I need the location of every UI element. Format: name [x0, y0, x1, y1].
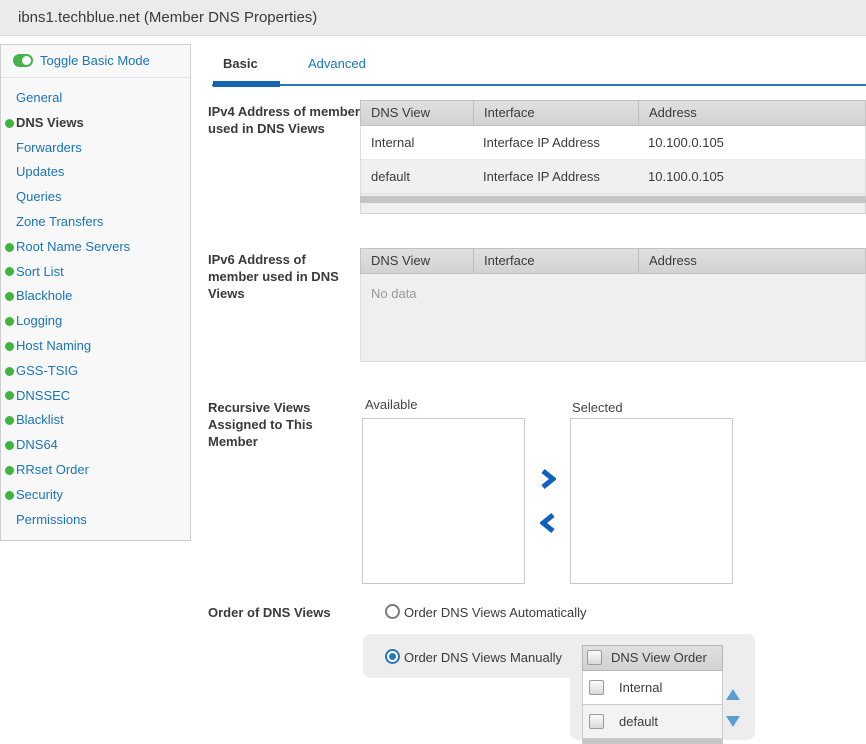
move-down-icon[interactable] — [726, 716, 740, 727]
chevron-left-icon — [540, 513, 556, 533]
order-row-label: Internal — [619, 671, 662, 704]
sidebar-item-dnssec[interactable]: DNSSEC — [1, 384, 190, 409]
title-bar: ibns1.techblue.net (Member DNS Propertie… — [0, 0, 866, 36]
ipv4-table: DNS View Interface Address Internal Inte… — [360, 100, 866, 214]
radio-order-manually[interactable] — [385, 649, 400, 664]
tab-underline — [212, 84, 866, 86]
sidebar-item-host-naming[interactable]: Host Naming — [1, 334, 190, 359]
table-row[interactable]: Internal — [582, 671, 723, 705]
selected-listbox[interactable] — [570, 418, 733, 584]
table-row[interactable]: Internal Interface IP Address 10.100.0.1… — [361, 126, 865, 160]
recursive-views-label: Recursive Views Assigned to This Member — [208, 399, 330, 450]
sidebar-item-dns-views[interactable]: DNS Views — [1, 111, 190, 136]
sidebar-item-root-name-servers[interactable]: Root Name Servers — [1, 235, 190, 260]
sidebar-item-dns64[interactable]: DNS64 — [1, 433, 190, 458]
tab-basic[interactable]: Basic — [223, 56, 258, 71]
select-all-checkbox[interactable] — [587, 650, 602, 665]
move-right-button[interactable] — [540, 469, 558, 489]
status-dot-icon — [5, 292, 14, 301]
status-dot-icon — [5, 267, 14, 276]
table-row[interactable]: default Interface IP Address 10.100.0.10… — [361, 160, 865, 194]
available-label: Available — [365, 397, 418, 412]
dns-view-order-header-label: DNS View Order — [611, 646, 707, 670]
sidebar-item-sort-list[interactable]: Sort List — [1, 260, 190, 285]
sidebar-item-rrset-order[interactable]: RRset Order — [1, 458, 190, 483]
toggle-icon[interactable] — [13, 54, 33, 67]
sidebar-item-logging[interactable]: Logging — [1, 309, 190, 334]
horizontal-scrollbar[interactable] — [582, 739, 723, 744]
row-checkbox[interactable] — [589, 680, 604, 695]
cell-interface: Interface IP Address — [473, 126, 638, 159]
page-title: ibns1.techblue.net (Member DNS Propertie… — [18, 0, 317, 36]
sidebar-item-blacklist[interactable]: Blacklist — [1, 408, 190, 433]
tab-advanced[interactable]: Advanced — [308, 56, 366, 71]
cell-dns-view: default — [361, 160, 473, 193]
status-dot-icon — [5, 367, 14, 376]
empty-table-message: No data — [360, 274, 866, 362]
cell-address: 10.100.0.105 — [638, 160, 865, 193]
sidebar-item-general[interactable]: General — [1, 86, 190, 111]
status-dot-icon — [5, 441, 14, 450]
status-dot-icon — [5, 416, 14, 425]
ipv4-section-label: IPv4 Address of member used in DNS Views — [208, 103, 364, 137]
tab-active-indicator — [213, 81, 280, 87]
sidebar: Toggle Basic Mode General DNS Views Forw… — [0, 44, 191, 541]
table-row[interactable]: default — [582, 705, 723, 739]
horizontal-scrollbar[interactable] — [360, 196, 866, 203]
column-header-interface[interactable]: Interface — [473, 249, 638, 273]
radio-order-manually-label[interactable]: Order DNS Views Manually — [404, 650, 562, 665]
ipv6-table: DNS View Interface Address No data — [360, 248, 866, 362]
chevron-right-icon — [540, 469, 556, 489]
status-dot-icon — [5, 317, 14, 326]
status-dot-icon — [5, 119, 14, 128]
dns-view-order-header: DNS View Order — [582, 645, 723, 671]
sidebar-item-permissions[interactable]: Permissions — [1, 508, 190, 533]
status-dot-icon — [5, 243, 14, 252]
cell-dns-view: Internal — [361, 126, 473, 159]
ipv4-table-header: DNS View Interface Address — [360, 100, 866, 126]
sidebar-item-zone-transfers[interactable]: Zone Transfers — [1, 210, 190, 235]
radio-order-automatically[interactable] — [385, 604, 400, 619]
order-section-label: Order of DNS Views — [208, 604, 358, 621]
available-listbox[interactable] — [362, 418, 525, 584]
dns-view-order-table: DNS View Order Internal default — [582, 645, 723, 744]
column-header-interface[interactable]: Interface — [473, 101, 638, 125]
cell-interface: Interface IP Address — [473, 160, 638, 193]
sidebar-item-blackhole[interactable]: Blackhole — [1, 284, 190, 309]
column-header-address[interactable]: Address — [638, 249, 865, 273]
table-footer — [360, 203, 866, 214]
column-header-dns-view[interactable]: DNS View — [361, 101, 473, 125]
sidebar-item-gss-tsig[interactable]: GSS-TSIG — [1, 359, 190, 384]
move-left-button[interactable] — [540, 513, 558, 533]
toggle-basic-mode-label: Toggle Basic Mode — [40, 53, 150, 68]
sidebar-item-forwarders[interactable]: Forwarders — [1, 136, 190, 161]
status-dot-icon — [5, 466, 14, 475]
move-up-icon[interactable] — [726, 689, 740, 700]
status-dot-icon — [5, 342, 14, 351]
radio-order-automatically-label[interactable]: Order DNS Views Automatically — [404, 605, 587, 620]
ipv6-table-header: DNS View Interface Address — [360, 248, 866, 274]
column-header-dns-view[interactable]: DNS View — [361, 249, 473, 273]
selected-label: Selected — [572, 400, 623, 415]
sidebar-nav: General DNS Views Forwarders Updates Que… — [1, 78, 190, 532]
sidebar-item-updates[interactable]: Updates — [1, 160, 190, 185]
cell-address: 10.100.0.105 — [638, 126, 865, 159]
sidebar-item-queries[interactable]: Queries — [1, 185, 190, 210]
member-dns-properties-dialog: ibns1.techblue.net (Member DNS Propertie… — [0, 0, 866, 744]
sidebar-item-security[interactable]: Security — [1, 483, 190, 508]
status-dot-icon — [5, 391, 14, 400]
column-header-address[interactable]: Address — [638, 101, 865, 125]
order-row-label: default — [619, 705, 658, 738]
ipv6-section-label: IPv6 Address of member used in DNS Views — [208, 251, 346, 302]
row-checkbox[interactable] — [589, 714, 604, 729]
status-dot-icon — [5, 491, 14, 500]
toggle-basic-mode[interactable]: Toggle Basic Mode — [1, 45, 190, 78]
